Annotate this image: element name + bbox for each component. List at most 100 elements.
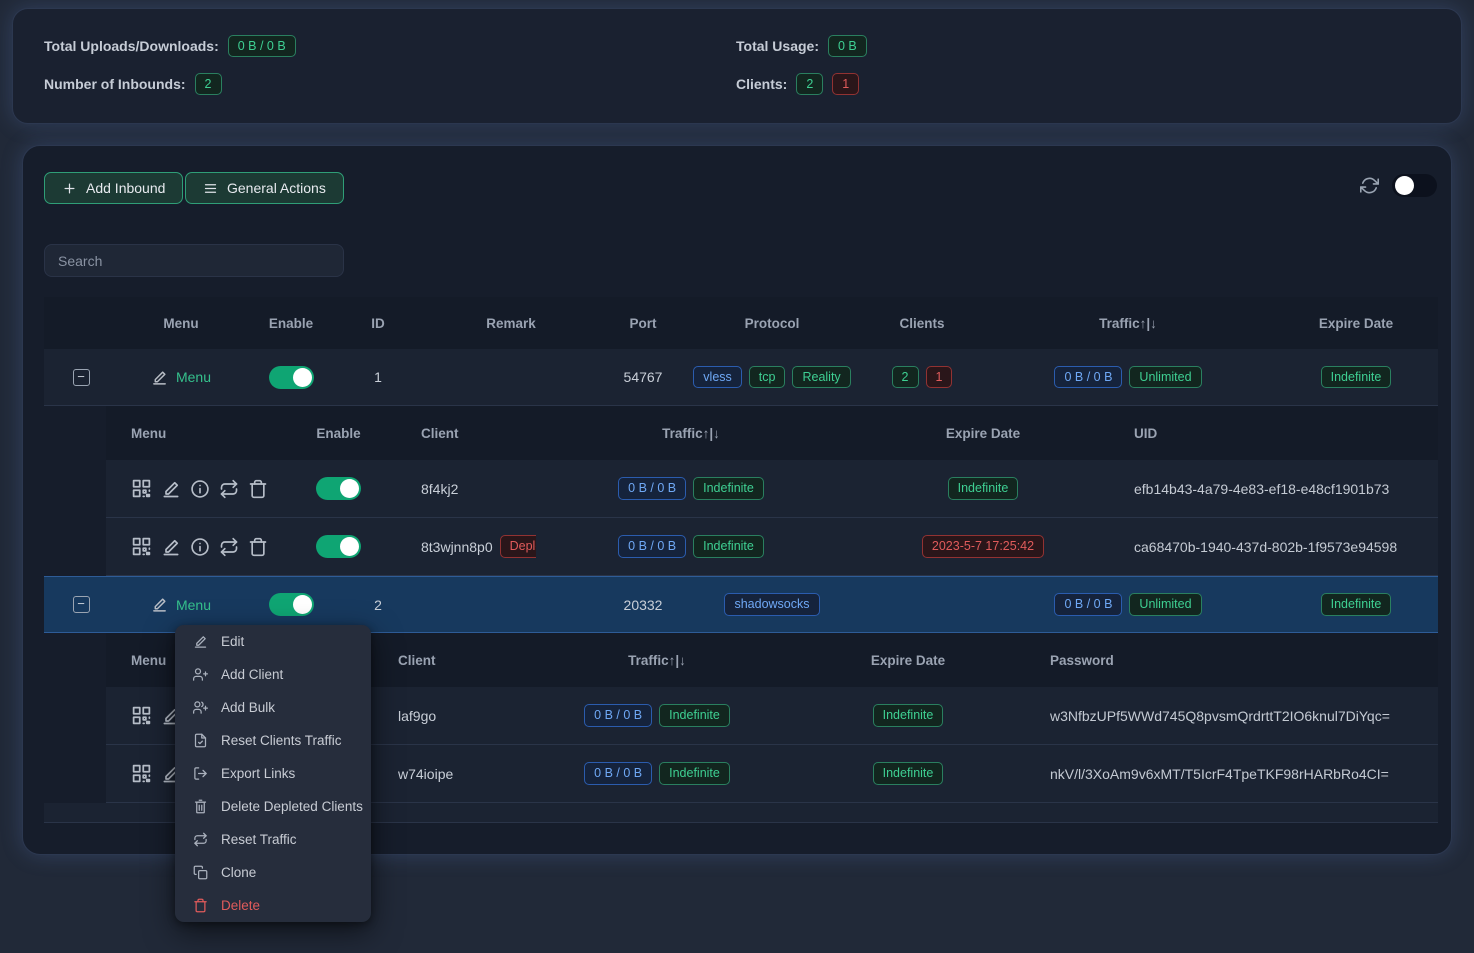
header-traffic[interactable]: Traffic↑|↓	[982, 316, 1274, 331]
repeat-icon	[193, 832, 208, 847]
edit-icon	[151, 369, 168, 386]
toggle-knob	[1395, 176, 1414, 195]
trash-icon[interactable]	[248, 537, 268, 557]
inbound-port: 54767	[604, 369, 682, 385]
protocol-tag: vless	[693, 366, 741, 389]
info-icon[interactable]	[190, 537, 210, 557]
qr-code-icon[interactable]	[131, 478, 152, 499]
toggle-knob	[340, 479, 359, 498]
edit-icon	[193, 634, 208, 649]
collapse-row-button[interactable]: −	[73, 369, 90, 386]
collapse-row-button[interactable]: −	[73, 596, 90, 613]
dark-mode-toggle[interactable]	[1392, 174, 1437, 197]
stat-label: Number of Inbounds:	[44, 76, 186, 92]
qr-code-icon[interactable]	[131, 763, 152, 784]
header-uid: UID	[1120, 426, 1438, 441]
trash-icon[interactable]	[248, 479, 268, 499]
stat-label: Total Usage:	[736, 38, 819, 54]
client-name: w74ioipe	[386, 766, 536, 782]
menu-item-edit[interactable]: Edit	[175, 625, 371, 658]
client-name: laf9go	[386, 708, 536, 724]
header-client: Client	[386, 426, 536, 441]
header-expire-date: Expire Date	[1274, 316, 1438, 331]
reset-traffic-icon[interactable]	[219, 479, 239, 499]
total-usage-badge: 0 B	[828, 35, 867, 58]
menu-item-label: Export Links	[221, 766, 295, 781]
inbound-enable-toggle[interactable]	[269, 593, 314, 616]
header-traffic[interactable]: Traffic↑|↓	[536, 653, 778, 668]
header-traffic[interactable]: Traffic↑|↓	[536, 426, 846, 441]
general-actions-button[interactable]: General Actions	[185, 172, 344, 204]
info-icon[interactable]	[190, 479, 210, 499]
inbound-menu-button[interactable]: Menu	[151, 596, 211, 613]
menu-item-label: Add Client	[221, 667, 283, 682]
header-enable: Enable	[291, 426, 386, 441]
traffic-cap-badge: Indefinite	[659, 762, 730, 785]
inbound-id: 1	[338, 369, 418, 385]
client-enable-toggle[interactable]	[316, 477, 361, 500]
inbound-menu-button[interactable]: Menu	[151, 369, 211, 386]
inbound-menu-label: Menu	[176, 369, 211, 385]
header-enable: Enable	[244, 316, 338, 331]
stat-total-usage: Total Usage: 0 B	[736, 33, 1461, 59]
inbound-port: 20332	[604, 597, 682, 613]
security-tag: Reality	[792, 366, 850, 389]
menu-item-delete[interactable]: Delete	[175, 889, 371, 922]
client-table-header: Menu Enable Client Traffic↑|↓ Expire Dat…	[106, 406, 1438, 460]
edit-icon[interactable]	[161, 479, 181, 499]
menu-item-delete-depleted-clients[interactable]: Delete Depleted Clients	[175, 790, 371, 823]
edit-icon[interactable]	[161, 537, 181, 557]
menu-item-reset-traffic[interactable]: Reset Traffic	[175, 823, 371, 856]
traffic-cap-badge: Indefinite	[659, 704, 730, 727]
toggle-knob	[293, 595, 312, 614]
reset-traffic-icon[interactable]	[219, 537, 239, 557]
menu-item-label: Delete	[221, 898, 260, 913]
qr-code-icon[interactable]	[131, 536, 152, 557]
inbound-menu-label: Menu	[176, 597, 211, 613]
header-clients: Clients	[862, 316, 982, 331]
menu-item-reset-clients-traffic[interactable]: Reset Clients Traffic	[175, 724, 371, 757]
client-name: 8f4kj2	[386, 481, 536, 497]
client-enable-toggle[interactable]	[316, 535, 361, 558]
header-expire-date: Expire Date	[846, 426, 1120, 441]
qr-code-icon[interactable]	[131, 705, 152, 726]
inbound-row-1: − Menu 1 54767 vless tcp Reality	[44, 349, 1438, 406]
hamburger-icon	[203, 181, 218, 196]
traffic-badge: 0 B / 0 B	[584, 762, 652, 785]
client-row: 8t3wjnn8p0 Depleted 0 B / 0 B Indefinite…	[106, 518, 1438, 576]
expire-badge: Indefinite	[1321, 366, 1392, 389]
search-input[interactable]	[44, 244, 344, 277]
menu-item-add-bulk[interactable]: Add Bulk	[175, 691, 371, 724]
add-inbound-label: Add Inbound	[86, 180, 165, 196]
expire-badge: 2023-5-7 17:25:42	[922, 535, 1044, 558]
traffic-badge: 0 B / 0 B	[1054, 593, 1122, 616]
expire-badge: Indefinite	[948, 477, 1019, 500]
depleted-badge: Depleted	[500, 535, 536, 558]
header-client: Client	[386, 653, 536, 668]
trash-icon	[193, 898, 208, 913]
refresh-icon	[1360, 176, 1379, 195]
traffic-cap-badge: Unlimited	[1129, 593, 1201, 616]
traffic-cap-badge: Unlimited	[1129, 366, 1201, 389]
menu-item-export-links[interactable]: Export Links	[175, 757, 371, 790]
client-row: 8f4kj2 0 B / 0 B Indefinite Indefinite e…	[106, 460, 1438, 518]
general-actions-label: General Actions	[227, 180, 326, 196]
transport-tag: tcp	[749, 366, 786, 389]
plus-icon	[62, 181, 77, 196]
expire-badge: Indefinite	[873, 762, 944, 785]
stat-label: Clients:	[736, 76, 787, 92]
inbound-context-menu: Edit Add Client Add Bulk Reset Clients T…	[175, 625, 371, 922]
menu-item-clone[interactable]: Clone	[175, 856, 371, 889]
clients-active-badge: 2	[892, 366, 919, 389]
refresh-button[interactable]	[1360, 176, 1379, 198]
inbound-enable-toggle[interactable]	[269, 366, 314, 389]
clients-depleted-badge: 1	[832, 73, 859, 96]
bin-icon	[193, 799, 208, 814]
stat-label: Total Uploads/Downloads:	[44, 38, 219, 54]
expire-badge: Indefinite	[1321, 593, 1392, 616]
menu-item-label: Reset Clients Traffic	[221, 733, 342, 748]
add-inbound-button[interactable]: Add Inbound	[44, 172, 183, 204]
total-traffic-badge: 0 B / 0 B	[228, 35, 296, 58]
menu-item-add-client[interactable]: Add Client	[175, 658, 371, 691]
client-name: 8t3wjnn8p0	[421, 539, 493, 555]
